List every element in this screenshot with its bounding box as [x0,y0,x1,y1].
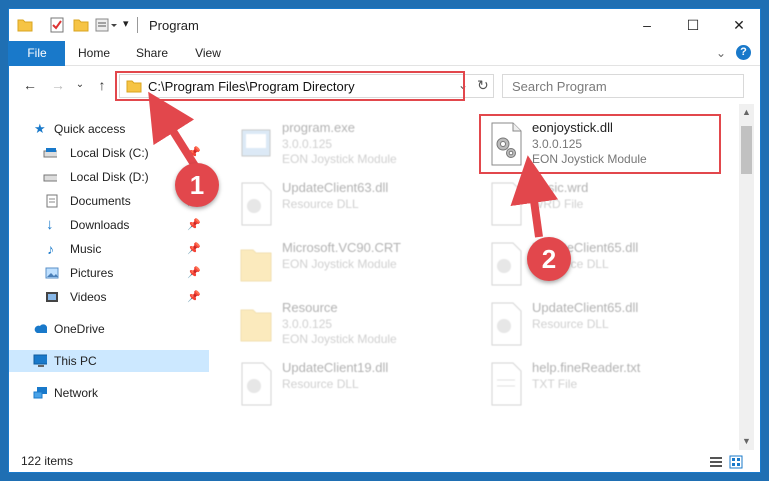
callout-1: 1 [175,163,219,207]
arrow-to-address-bar [148,91,201,172]
explorer-window: ▾ Program – ☐ ✕ File Home Share View ⌄ ?… [8,8,761,473]
arrow-to-dll-file [510,155,559,238]
annotation-arrows [148,91,559,238]
callout-2: 2 [527,237,571,281]
